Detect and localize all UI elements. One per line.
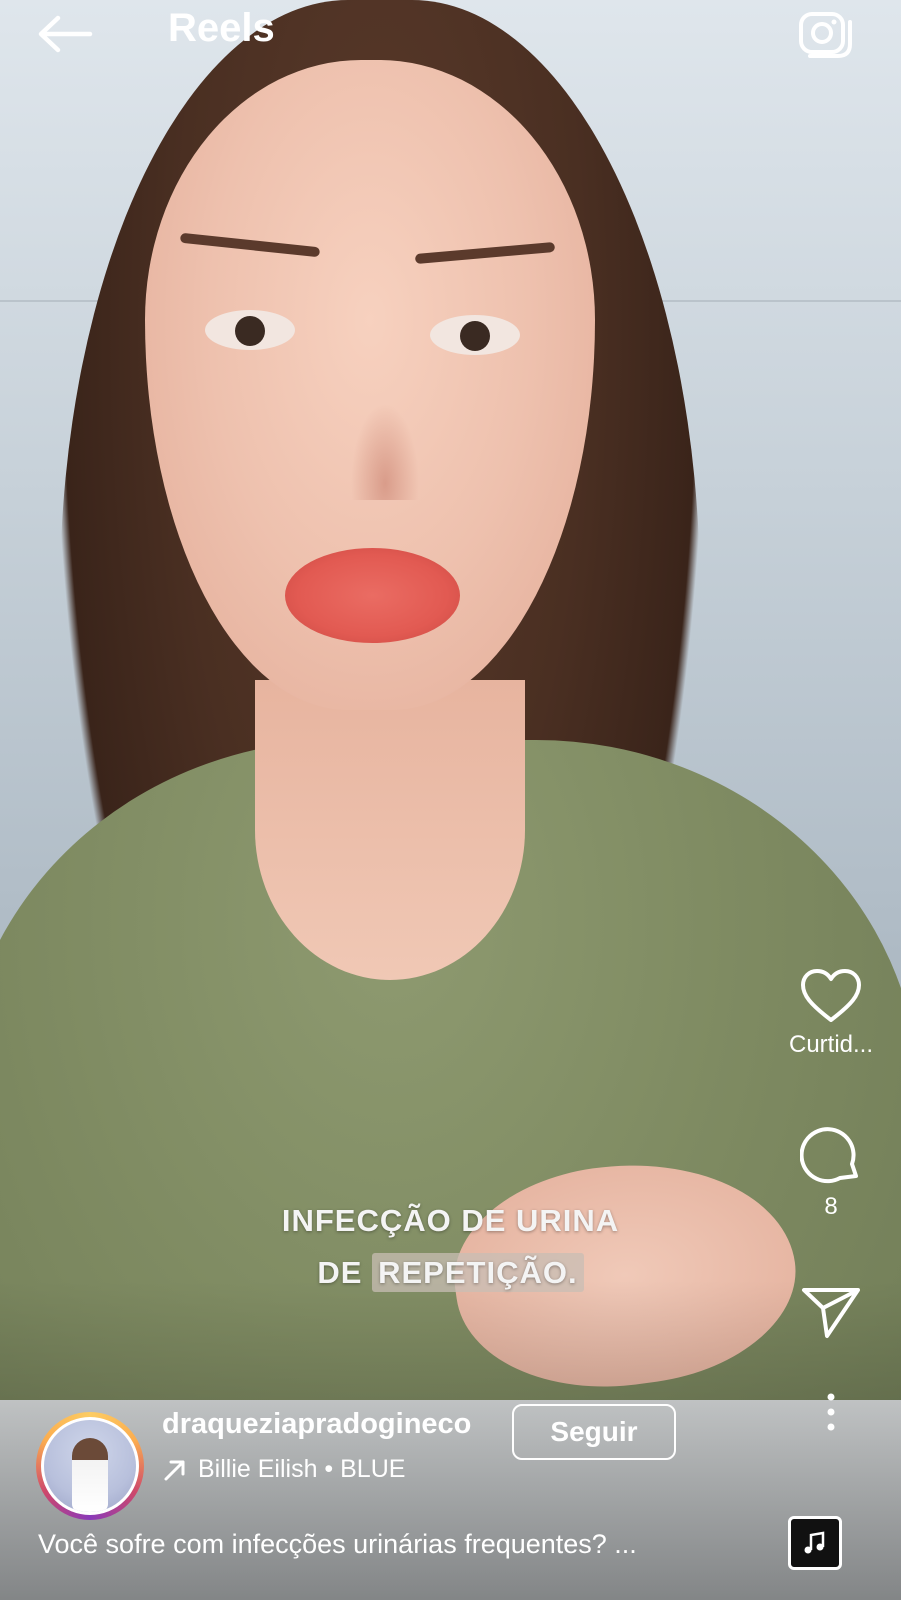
- share-button[interactable]: [776, 1286, 886, 1345]
- avatar-image: [44, 1420, 136, 1512]
- like-button[interactable]: Curtid...: [776, 968, 886, 1059]
- video-caption: INFECÇÃO DE URINA DE REPETIÇÃO.: [0, 1195, 901, 1299]
- audio-link[interactable]: Billie Eilish • BLUE: [162, 1455, 405, 1484]
- caption-line-2-prefix: DE: [317, 1255, 373, 1290]
- caption-line-1: INFECÇÃO DE URINA: [281, 1203, 620, 1238]
- post-description[interactable]: Você sofre com infecções urinárias frequ…: [38, 1529, 637, 1560]
- profile-avatar[interactable]: [36, 1412, 144, 1520]
- more-options-button[interactable]: [776, 1392, 886, 1437]
- music-note-icon: [804, 1531, 825, 1554]
- avatar-person: [72, 1438, 108, 1512]
- page-title: Reels: [168, 6, 275, 50]
- reel-video[interactable]: INFECÇÃO DE URINA DE REPETIÇÃO.: [0, 0, 901, 1600]
- like-label: Curtid...: [788, 1031, 874, 1058]
- comment-button[interactable]: 8: [776, 1124, 886, 1221]
- avatar: [41, 1417, 139, 1515]
- send-icon: [802, 1288, 860, 1338]
- video-subject-nose: [345, 390, 425, 500]
- trending-arrow-icon: [164, 1460, 185, 1480]
- audio-album-button[interactable]: [788, 1516, 842, 1570]
- video-subject-lips: [285, 548, 460, 643]
- more-vertical-icon: [827, 1393, 835, 1431]
- camera-icon: [799, 12, 852, 58]
- arrow-left-icon: [38, 15, 93, 53]
- heart-icon: [801, 969, 861, 1022]
- username-link[interactable]: draqueziapradogineco: [162, 1408, 471, 1441]
- comment-icon: [799, 1127, 858, 1184]
- caption-highlight: REPETIÇÃO.: [372, 1253, 584, 1292]
- back-button[interactable]: [36, 14, 94, 54]
- camera-button[interactable]: [798, 6, 854, 60]
- video-subject-neck: [255, 680, 525, 980]
- audio-label: Billie Eilish • BLUE: [198, 1455, 406, 1483]
- follow-button[interactable]: Seguir: [512, 1404, 676, 1460]
- caption-line-2: DE REPETIÇÃO.: [0, 1247, 901, 1299]
- comment-count: 8: [824, 1193, 838, 1220]
